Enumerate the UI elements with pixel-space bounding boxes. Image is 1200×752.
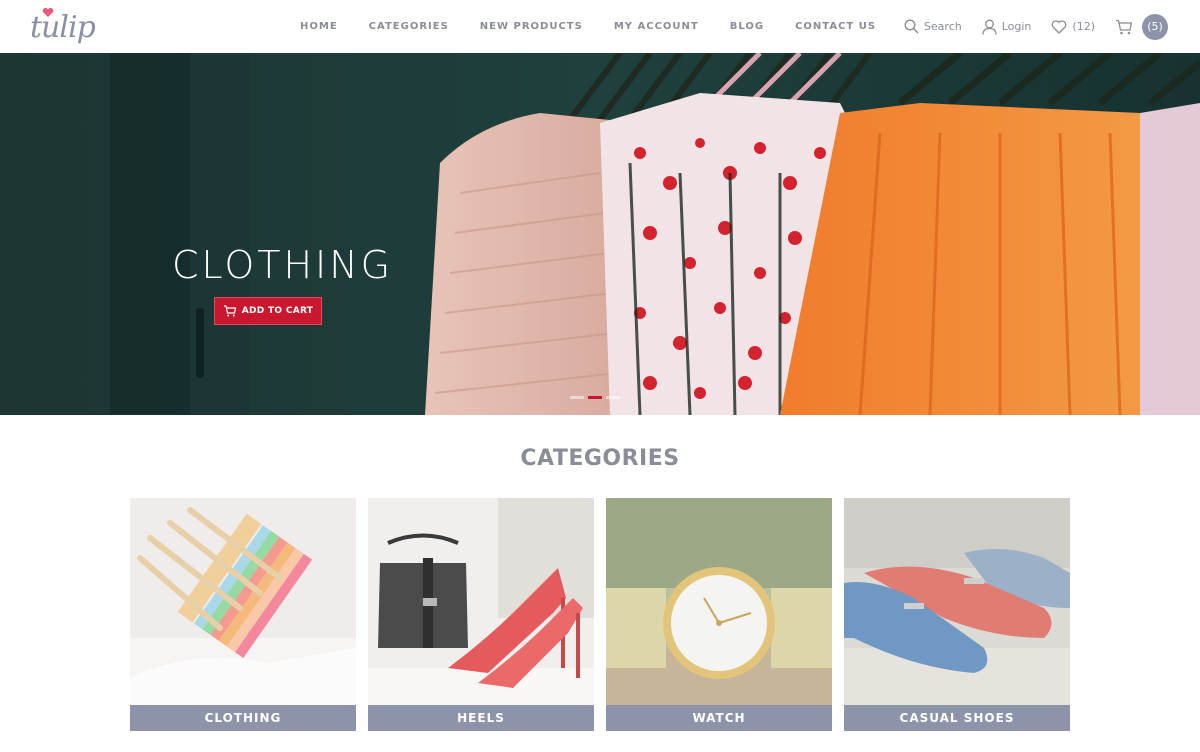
heart-icon <box>1052 19 1067 34</box>
hangers-image <box>130 498 356 731</box>
nav-home[interactable]: HOME <box>300 21 338 32</box>
cart-icon <box>1116 19 1133 34</box>
category-grid: CLOTHING HEELS WATCH CASUAL SHOES <box>130 498 1070 731</box>
slider-dot-2[interactable] <box>588 396 602 399</box>
main-nav: HOME CATEGORIES NEW PRODUCTS MY ACCOUNT … <box>300 0 876 53</box>
wishlist-button[interactable]: (12) <box>1051 19 1095 34</box>
category-card-watch[interactable]: WATCH <box>606 498 832 731</box>
header-tools: Search Login (12) (5) <box>884 0 1168 53</box>
brand-name: tulip <box>30 10 96 45</box>
user-icon <box>982 19 997 35</box>
wishlist-count: (12) <box>1072 20 1095 33</box>
category-card-clothing[interactable]: CLOTHING <box>130 498 356 731</box>
login-label: Login <box>1001 20 1032 33</box>
search-button[interactable]: Search <box>904 19 962 34</box>
category-label: WATCH <box>606 705 832 731</box>
slider-dot-1[interactable] <box>570 396 584 399</box>
login-button[interactable]: Login <box>982 19 1032 35</box>
shoes-image <box>844 498 1070 731</box>
search-label: Search <box>923 20 962 33</box>
nav-my-account[interactable]: MY ACCOUNT <box>614 21 699 32</box>
category-label: CLOTHING <box>130 705 356 731</box>
nav-blog[interactable]: BLOG <box>730 21 764 32</box>
cart-icon <box>223 305 236 317</box>
watch-image <box>606 498 832 731</box>
add-to-cart-button[interactable]: ADD TO CART <box>214 297 322 325</box>
nav-contact-us[interactable]: CONTACT US <box>795 21 876 32</box>
categories-heading: CATEGORIES <box>520 446 680 471</box>
slider-dot-3[interactable] <box>606 396 620 399</box>
category-card-casual-shoes[interactable]: CASUAL SHOES <box>844 498 1070 731</box>
heels-image <box>368 498 594 731</box>
hero-clothing-rack-image <box>0 53 1200 415</box>
brand-logo[interactable]: tulip <box>30 6 96 48</box>
search-icon <box>904 19 919 34</box>
nav-categories[interactable]: CATEGORIES <box>369 21 449 32</box>
slider-dots <box>570 396 624 399</box>
site-header: tulip HOME CATEGORIES NEW PRODUCTS MY AC… <box>0 0 1200 53</box>
cart-count-badge: (5) <box>1142 13 1168 40</box>
category-card-heels[interactable]: HEELS <box>368 498 594 731</box>
add-to-cart-label: ADD TO CART <box>241 306 314 316</box>
hero-title: CLOTHING <box>172 243 394 287</box>
category-label: CASUAL SHOES <box>844 705 1070 731</box>
cart-button[interactable]: (5) <box>1115 13 1168 40</box>
nav-new-products[interactable]: NEW PRODUCTS <box>480 21 583 32</box>
category-label: HEELS <box>368 705 594 731</box>
hero-banner: CLOTHING ADD TO CART <box>0 53 1200 415</box>
